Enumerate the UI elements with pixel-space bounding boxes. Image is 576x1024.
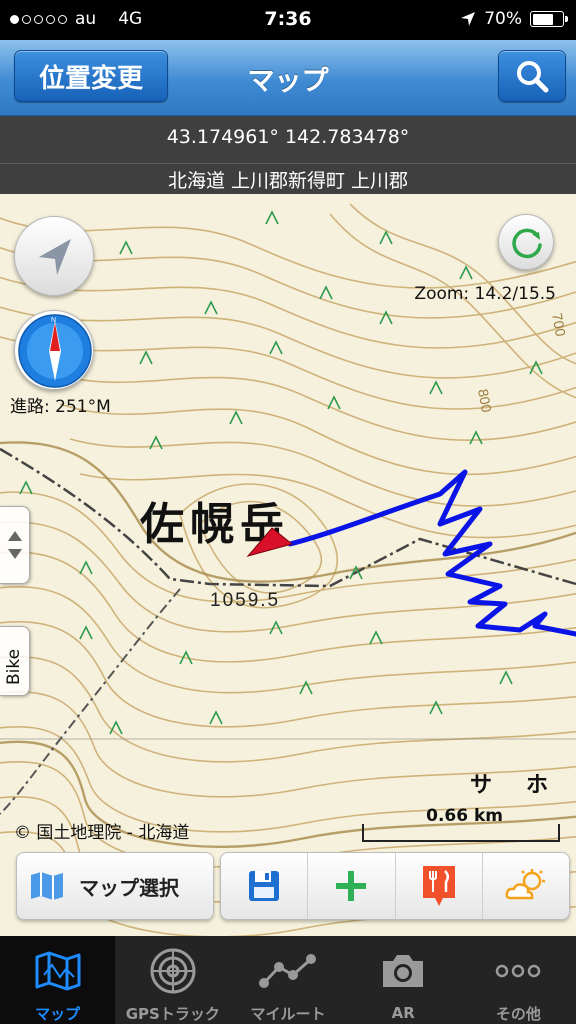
tab-bar: マップ GPSトラック マイルート AR その他 (0, 936, 576, 1024)
route-icon (259, 953, 316, 988)
weather-button[interactable] (483, 853, 569, 919)
arrow-up-icon (7, 531, 22, 541)
refresh-button[interactable] (498, 214, 554, 270)
weather-icon (505, 869, 545, 900)
svg-text:N: N (51, 317, 56, 324)
map-label-sa: サ (470, 773, 492, 798)
tab-ar-label: AR (391, 1004, 415, 1022)
radar-icon (150, 948, 196, 993)
map-view[interactable]: 佐幌岳 1059.5 サ ホ 700 800 N 進路: 251°M Zoom:… (0, 194, 576, 936)
tab-gps-track[interactable]: GPSトラック (115, 936, 230, 1024)
add-icon (336, 871, 367, 901)
navigation-arrow-icon (39, 239, 71, 275)
status-right: 70% (460, 9, 568, 29)
zoom-readout: Zoom: 14.2/15.5 (414, 284, 556, 304)
location-arrow-icon (461, 12, 476, 26)
tab-more[interactable]: その他 (461, 936, 576, 1024)
save-button[interactable] (221, 853, 309, 919)
battery-icon (530, 11, 568, 27)
map-label-ho: ホ (526, 773, 548, 798)
map-copyright: © 国土地理院 - 北海道 (14, 823, 190, 843)
compass-button[interactable]: N (14, 310, 94, 390)
map-icon (35, 951, 81, 990)
scale-bar (362, 824, 560, 842)
map-select-label: マップ選択 (79, 875, 179, 900)
refresh-icon (512, 228, 542, 259)
search-button[interactable] (498, 50, 566, 102)
location-info: 43.174961° 142.783478° 北海道 上川郡新得町 上川郡 (0, 116, 576, 194)
tab-map-label: マップ (35, 1005, 81, 1023)
tab-map[interactable]: マップ (0, 936, 116, 1024)
more-icon (496, 964, 541, 977)
tab-ar[interactable]: AR (346, 936, 461, 1024)
tab-gps-track-label: GPSトラック (125, 1005, 220, 1023)
navigation-bar: 位置変更 マップ (0, 40, 576, 116)
bike-mode-label: Bike (4, 648, 24, 685)
locate-button[interactable] (14, 216, 94, 296)
map-icon (31, 872, 63, 900)
change-location-button[interactable]: 位置変更 (14, 50, 168, 102)
save-icon (249, 871, 280, 901)
scale-label: 0.66 km (426, 806, 503, 826)
tab-my-route-label: マイルート (250, 1005, 326, 1023)
bike-mode-tab[interactable]: Bike (0, 626, 30, 696)
arrow-down-icon (7, 549, 22, 559)
camera-icon (383, 955, 424, 987)
search-icon (517, 61, 549, 93)
map-actions-toolbar (220, 852, 570, 920)
coordinates-text: 43.174961° 142.783478° (166, 126, 410, 148)
restaurant-button[interactable] (396, 853, 483, 919)
elevation-label: 1059.5 (210, 590, 280, 611)
battery-percent: 70% (484, 9, 522, 29)
tab-more-label: その他 (495, 1005, 541, 1023)
tab-my-route[interactable]: マイルート (230, 936, 345, 1024)
address-text: 北海道 上川郡新得町 上川郡 (0, 163, 576, 193)
restaurant-icon (422, 866, 455, 906)
status-bar: au 4G 7:36 70% (0, 0, 576, 40)
add-button[interactable] (308, 853, 396, 919)
heading-readout: 進路: 251°M (10, 397, 111, 417)
layer-toggle-tab[interactable] (0, 506, 30, 584)
map-select-button[interactable]: マップ選択 (16, 852, 214, 920)
compass-icon: N (18, 314, 92, 388)
